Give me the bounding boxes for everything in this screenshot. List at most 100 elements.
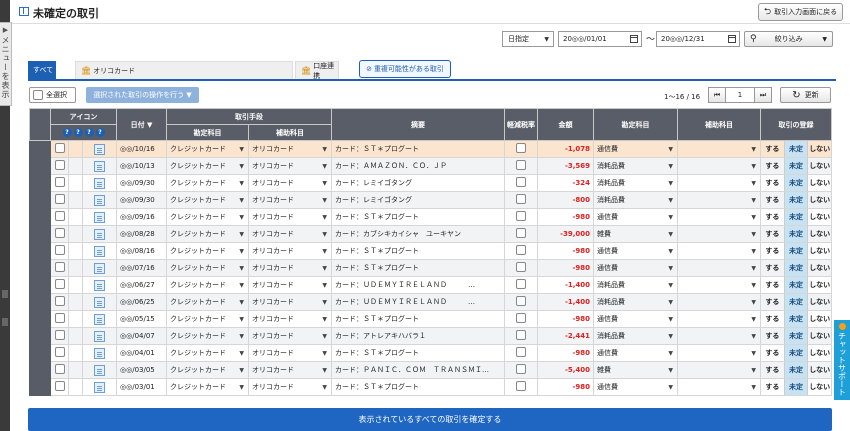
register-yes-button[interactable]: する xyxy=(762,176,784,191)
row-method-sub[interactable]: オリコカード ▼ xyxy=(248,225,333,243)
row-sub-category[interactable]: ▼ xyxy=(677,276,762,294)
row-method-sub[interactable]: オリコカード ▼ xyxy=(248,191,333,209)
row-checkbox[interactable] xyxy=(54,347,65,357)
select-all-checkbox[interactable] xyxy=(33,90,43,100)
tab-orico-card[interactable]: 🏛 オリコカード xyxy=(75,61,293,79)
reduced-tax-checkbox[interactable] xyxy=(516,279,527,289)
row-account-category[interactable]: 消耗品費 ▼ xyxy=(593,157,679,175)
memo-icon[interactable] xyxy=(94,381,105,393)
memo-icon[interactable] xyxy=(94,177,105,189)
register-pending-button[interactable]: 未定 xyxy=(783,362,808,378)
reduced-tax-checkbox[interactable] xyxy=(516,381,527,391)
row-method-sub[interactable]: オリコカード ▼ xyxy=(248,157,333,175)
table-row[interactable]: ◎◎/06/27 クレジットカード ▼ オリコカード ▼ カード：ＵＤＥＭＹＩＲＥＬＡＮＤ… xyxy=(29,276,833,294)
table-row[interactable]: ◎◎/09/16 クレジットカード ▼ オリコカード ▼ カード：ＳＴ＊プログート -980… xyxy=(29,208,833,226)
table-row[interactable]: ◎◎/06/25 クレジットカード ▼ オリコカード ▼ カード：ＵＤＥＭＹＩＲＥＬＡＮＤ… xyxy=(29,293,833,311)
memo-icon[interactable] xyxy=(94,194,105,206)
table-row[interactable]: ◎◎/10/16 クレジットカード ▼ オリコカード ▼ カード：ＳＴ＊プログート -1,0… xyxy=(29,140,833,158)
register-no-button[interactable]: しない xyxy=(807,175,830,191)
row-sub-category[interactable]: ▼ xyxy=(677,157,762,175)
register-pending-button[interactable]: 未定 xyxy=(783,294,808,310)
row-checkbox[interactable] xyxy=(54,228,65,238)
row-method-account[interactable]: クレジットカード ▼ xyxy=(166,242,250,260)
row-method-account[interactable]: クレジットカード ▼ xyxy=(166,327,250,345)
reduced-tax-checkbox[interactable] xyxy=(516,194,527,204)
row-method-sub[interactable]: オリコカード ▼ xyxy=(248,378,333,396)
register-no-button[interactable]: しない xyxy=(807,294,830,310)
row-account-category[interactable]: 消耗品費 ▼ xyxy=(593,293,679,311)
table-row[interactable]: ◎◎/03/05 クレジットカード ▼ オリコカード ▼ カード：ＰＡＮＩＣ．ＣＯＭ ＴＲ… xyxy=(29,361,833,379)
row-account-category[interactable]: 通信費 ▼ xyxy=(593,140,679,158)
row-checkbox[interactable] xyxy=(54,245,65,255)
last-page-button[interactable]: ⏭ xyxy=(754,87,772,103)
row-account-category[interactable]: 通信費 ▼ xyxy=(593,344,679,362)
select-all-button[interactable]: 全選択 xyxy=(29,87,76,103)
row-checkbox[interactable] xyxy=(54,313,65,323)
refresh-button[interactable]: ↻ 更新 xyxy=(780,87,831,103)
row-account-category[interactable]: 消耗品費 ▼ xyxy=(593,191,679,209)
reduced-tax-checkbox[interactable] xyxy=(516,330,527,340)
row-method-account[interactable]: クレジットカード ▼ xyxy=(166,225,250,243)
register-no-button[interactable]: しない xyxy=(807,158,830,174)
register-pending-button[interactable]: 未定 xyxy=(783,158,808,174)
row-method-sub[interactable]: オリコカード ▼ xyxy=(248,259,333,277)
register-yes-button[interactable]: する xyxy=(762,312,784,327)
reduced-tax-checkbox[interactable] xyxy=(516,245,527,255)
row-sub-category[interactable]: ▼ xyxy=(677,361,762,379)
row-sub-category[interactable]: ▼ xyxy=(677,191,762,209)
row-account-category[interactable]: 消耗品費 ▼ xyxy=(593,174,679,192)
row-method-account[interactable]: クレジットカード ▼ xyxy=(166,361,250,379)
row-method-sub[interactable]: オリコカード ▼ xyxy=(248,140,333,158)
reduced-tax-checkbox[interactable] xyxy=(516,313,527,323)
row-method-sub[interactable]: オリコカード ▼ xyxy=(248,327,333,345)
register-no-button[interactable]: しない xyxy=(807,328,830,344)
row-method-sub[interactable]: オリコカード ▼ xyxy=(248,208,333,226)
show-menu-tab[interactable]: ▶ メニューを表示 xyxy=(0,22,12,106)
register-yes-button[interactable]: する xyxy=(762,295,784,310)
register-pending-button[interactable]: 未定 xyxy=(783,209,808,225)
help-icon[interactable]: ? xyxy=(84,128,94,137)
register-no-button[interactable]: しない xyxy=(807,243,830,259)
row-method-account[interactable]: クレジットカード ▼ xyxy=(166,310,250,328)
reduced-tax-checkbox[interactable] xyxy=(516,211,527,221)
table-row[interactable]: ◎◎/07/16 クレジットカード ▼ オリコカード ▼ カード：ＳＴ＊プログート -980… xyxy=(29,259,833,277)
row-sub-category[interactable]: ▼ xyxy=(677,327,762,345)
row-method-account[interactable]: クレジットカード ▼ xyxy=(166,208,250,226)
row-method-account[interactable]: クレジットカード ▼ xyxy=(166,140,250,158)
register-pending-button[interactable]: 未定 xyxy=(783,141,808,157)
row-method-sub[interactable]: オリコカード ▼ xyxy=(248,276,333,294)
table-row[interactable]: ◎◎/05/15 クレジットカード ▼ オリコカード ▼ カード：ＳＴ＊プログート -980… xyxy=(29,310,833,328)
register-pending-button[interactable]: 未定 xyxy=(783,192,808,208)
row-method-sub[interactable]: オリコカード ▼ xyxy=(248,174,333,192)
row-checkbox[interactable] xyxy=(54,330,65,340)
reduced-tax-checkbox[interactable] xyxy=(516,296,527,306)
table-row[interactable]: ◎◎/09/30 クレジットカード ▼ オリコカード ▼ カード：レミイゴタング -324 消… xyxy=(29,174,833,192)
register-yes-button[interactable]: する xyxy=(762,278,784,293)
register-no-button[interactable]: しない xyxy=(807,209,830,225)
reduced-tax-checkbox[interactable] xyxy=(516,177,527,187)
register-no-button[interactable]: しない xyxy=(807,345,830,361)
row-method-account[interactable]: クレジットカード ▼ xyxy=(166,174,250,192)
row-checkbox[interactable] xyxy=(54,381,65,391)
page-number-input[interactable]: 1 xyxy=(726,87,754,103)
row-sub-category[interactable]: ▼ xyxy=(677,259,762,277)
memo-icon[interactable] xyxy=(94,330,105,342)
calendar-icon[interactable] xyxy=(630,35,638,43)
register-no-button[interactable]: しない xyxy=(807,379,830,395)
register-yes-button[interactable]: する xyxy=(762,346,784,361)
memo-icon[interactable] xyxy=(94,347,105,359)
register-yes-button[interactable]: する xyxy=(762,261,784,276)
memo-icon[interactable] xyxy=(94,245,105,257)
row-account-category[interactable]: 雑費 ▼ xyxy=(593,361,679,379)
register-yes-button[interactable]: する xyxy=(762,363,784,378)
tab-bank-link[interactable]: 🏛 口座連携 xyxy=(295,61,339,80)
row-method-sub[interactable]: オリコカード ▼ xyxy=(248,310,333,328)
row-checkbox[interactable] xyxy=(54,211,65,221)
row-checkbox[interactable] xyxy=(54,143,65,153)
row-sub-category[interactable]: ▼ xyxy=(677,225,762,243)
row-method-account[interactable]: クレジットカード ▼ xyxy=(166,378,250,396)
row-sub-category[interactable]: ▼ xyxy=(677,242,762,260)
tab-all[interactable]: すべて xyxy=(28,61,56,79)
register-pending-button[interactable]: 未定 xyxy=(783,226,808,242)
row-account-category[interactable]: 雑費 ▼ xyxy=(593,225,679,243)
